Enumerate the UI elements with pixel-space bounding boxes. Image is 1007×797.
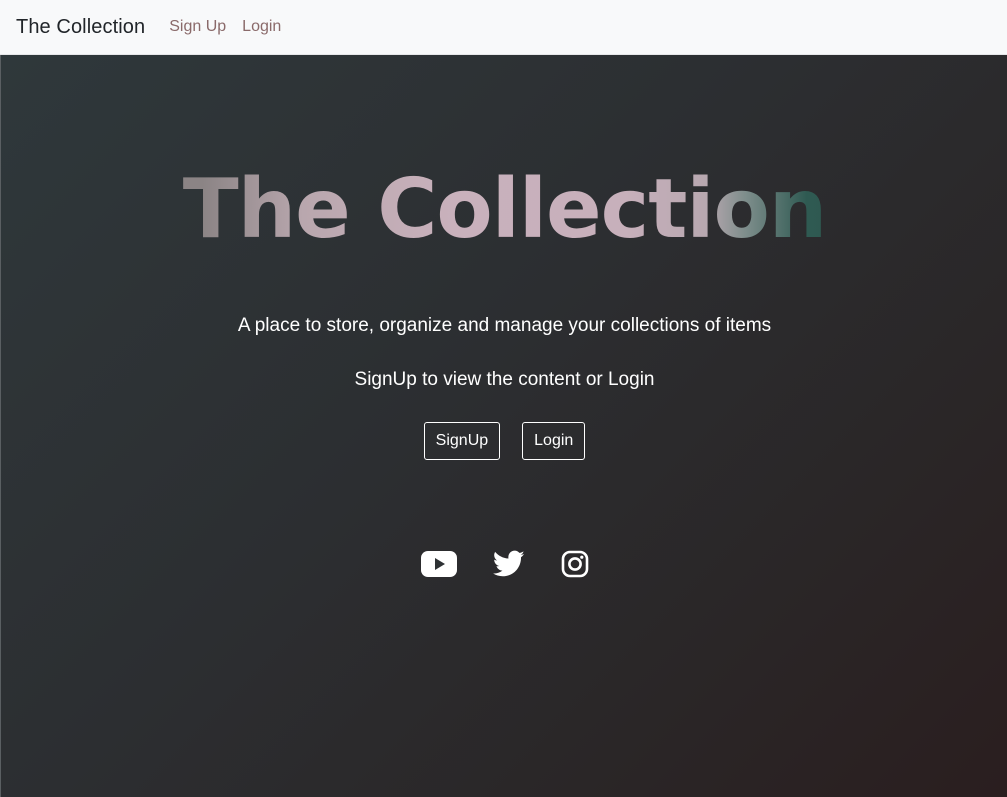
- login-button[interactable]: Login: [522, 422, 586, 460]
- social-links: [1, 550, 1007, 578]
- hero-tagline: A place to store, organize and manage yo…: [237, 315, 772, 336]
- nav-link-login[interactable]: Login: [242, 18, 281, 36]
- hero-section: The Collection A place to store, organiz…: [0, 55, 1007, 797]
- hero-button-row: SignUp Login: [1, 422, 1007, 460]
- hero-title: The Collection: [1, 155, 1007, 265]
- signup-button[interactable]: SignUp: [423, 422, 501, 460]
- twitter-icon[interactable]: [492, 550, 525, 578]
- navbar: The Collection Sign Up Login: [0, 0, 1007, 55]
- instagram-icon[interactable]: [561, 550, 589, 578]
- hero-subline: SignUp to view the content or Login: [354, 369, 655, 390]
- nav-link-sign-up[interactable]: Sign Up: [169, 18, 226, 36]
- navbar-brand[interactable]: The Collection: [16, 16, 145, 39]
- youtube-icon[interactable]: [420, 551, 457, 577]
